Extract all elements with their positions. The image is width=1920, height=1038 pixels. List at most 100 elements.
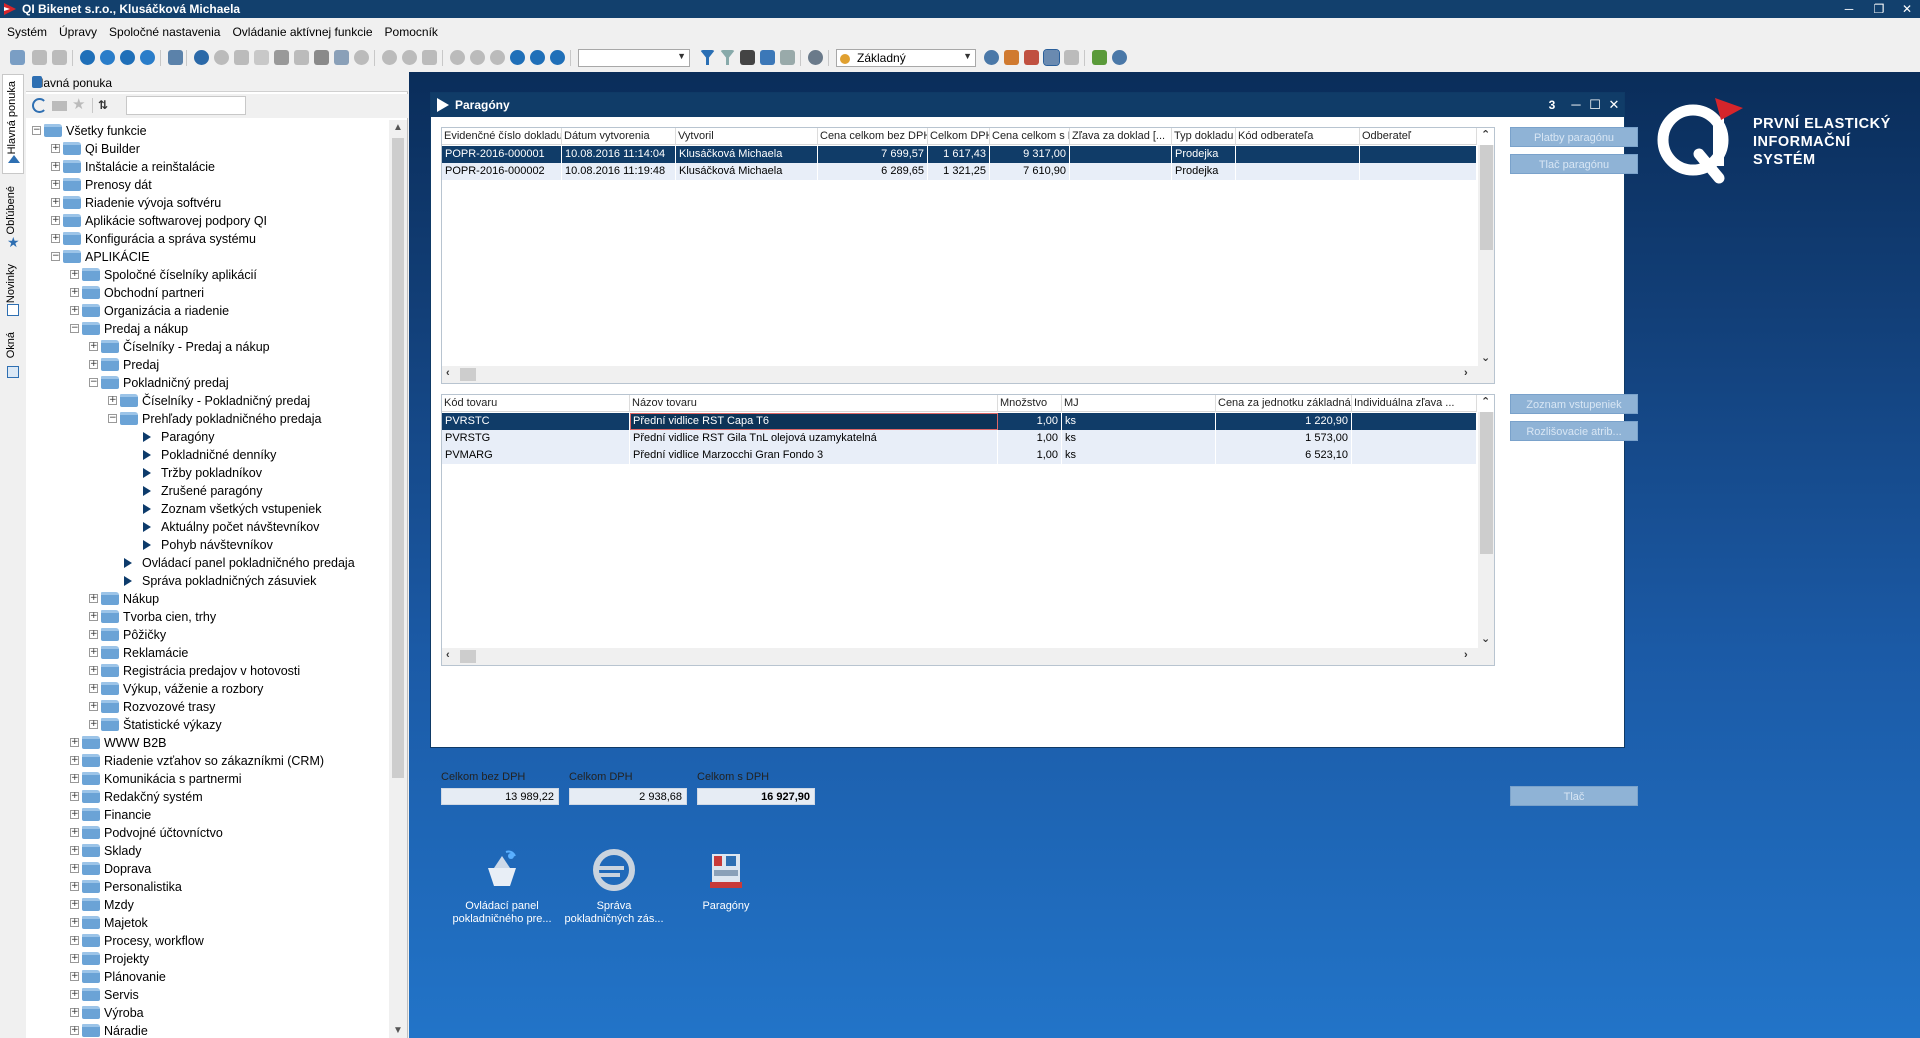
expand-icon[interactable]: + <box>70 990 79 999</box>
tree-node[interactable]: Pohyb návštevníkov <box>26 536 386 554</box>
scroll-up-icon[interactable]: ▲ <box>393 122 403 133</box>
tree-node[interactable]: + Procesy, workflow <box>26 932 386 950</box>
expand-icon[interactable]: + <box>70 810 79 819</box>
prev-icon[interactable] <box>470 50 485 65</box>
desktop-icon-ovladaci-panel[interactable]: Ovládací panel pokladničného pre... <box>450 848 554 926</box>
clear-filter-icon[interactable] <box>780 50 795 65</box>
expand-icon[interactable]: + <box>70 1008 79 1017</box>
table-cell[interactable]: Přední vidlice Marzocchi Gran Fondo 3 <box>630 447 998 464</box>
advanced-filter-icon[interactable] <box>760 50 775 65</box>
tree-node[interactable]: Ovládací panel pokladničného predaja <box>26 554 386 572</box>
sort-icon[interactable] <box>740 50 755 65</box>
refresh-icon[interactable] <box>32 98 47 113</box>
table-row[interactable]: POPR-2016-000001 10.08.2016 11:14:04 Klusá… <box>442 146 1477 163</box>
column-header[interactable]: Evidenčné číslo dokladu <box>442 128 562 145</box>
table-cell[interactable]: 9 317,00 <box>990 146 1070 163</box>
refresh-icon[interactable] <box>194 50 209 65</box>
paste-icon[interactable] <box>52 50 67 65</box>
collapse-icon[interactable]: − <box>108 414 117 423</box>
tree-node[interactable]: + Financie <box>26 806 386 824</box>
column-header[interactable]: Typ dokladu <box>1172 128 1236 145</box>
table-row[interactable]: PVRSTC Přední vidlice RST Capa T6 1,00 ks 1 … <box>442 413 1477 430</box>
table-cell[interactable]: POPR-2016-000001 <box>442 146 562 163</box>
expand-icon[interactable]: + <box>108 396 117 405</box>
tree-node[interactable]: + Pôžičky <box>26 626 386 644</box>
tree-node[interactable]: + Plánovanie <box>26 968 386 986</box>
table-row[interactable]: PVRSTG Přední vidlice RST Gila TnL olejov… <box>442 430 1477 447</box>
expand-icon[interactable]: + <box>89 648 98 657</box>
table-row[interactable]: PVMARG Přední vidlice Marzocchi Gran Fond… <box>442 447 1477 464</box>
expand-icon[interactable]: + <box>70 954 79 963</box>
tab-oblubene[interactable]: Obľúbené ★ <box>2 182 24 252</box>
table-cell[interactable]: Prodejka <box>1172 146 1236 163</box>
add-record-icon[interactable] <box>1092 50 1107 65</box>
expand-icon[interactable]: + <box>70 270 79 279</box>
expand-icon[interactable]: + <box>89 360 98 369</box>
table-cell[interactable]: 1,00 <box>998 430 1062 447</box>
tree-node[interactable]: + Náradie <box>26 1022 386 1038</box>
remove-icon[interactable] <box>402 50 417 65</box>
tree-node[interactable]: + Rozvozové trasy <box>26 698 386 716</box>
back-icon[interactable] <box>354 50 369 65</box>
expand-icon[interactable]: + <box>51 216 60 225</box>
copy-icon[interactable] <box>10 50 25 65</box>
export-icon[interactable] <box>334 50 349 65</box>
expand-icon[interactable]: + <box>70 918 79 927</box>
table-cell[interactable]: 10.08.2016 11:19:48 <box>562 163 676 180</box>
tools-icon[interactable] <box>274 50 289 65</box>
desktop-icon-sprava-zasuviek[interactable]: Správa pokladničných zás... <box>562 848 666 926</box>
column-header[interactable]: MJ <box>1062 395 1216 412</box>
column-header[interactable]: Cena za jednotku základná <box>1216 395 1352 412</box>
table-cell[interactable]: ks <box>1062 430 1216 447</box>
next-page-icon[interactable] <box>530 50 545 65</box>
tree-node[interactable]: − Všetky funkcie <box>26 122 386 140</box>
table-cell[interactable] <box>1360 163 1477 180</box>
rozlisovacie-atrib-button[interactable]: Rozlišovacie atrib... <box>1510 421 1638 441</box>
tree-node[interactable]: + Riadenie vývoja softvéru <box>26 194 386 212</box>
table-cell[interactable]: PVRSTC <box>442 413 630 430</box>
tree-scrollbar[interactable]: ▲ ▼ <box>389 120 407 1038</box>
column-header[interactable]: Cena celkom bez DPH <box>818 128 928 145</box>
star-icon[interactable]: ★ <box>72 97 87 113</box>
scroll-right-icon[interactable]: › <box>1464 367 1468 379</box>
column-header[interactable]: Zľava za doklad [... <box>1070 128 1172 145</box>
table-cell[interactable]: 6 523,10 <box>1216 447 1352 464</box>
table-cell[interactable]: 1,00 <box>998 447 1062 464</box>
sync-icon[interactable] <box>1112 50 1127 65</box>
pin-icon[interactable] <box>32 76 42 88</box>
expand-icon[interactable]: + <box>51 144 60 153</box>
tree-node[interactable]: + Konfigurácia a správa systému <box>26 230 386 248</box>
table-cell[interactable]: PVRSTG <box>442 430 630 447</box>
tree-node[interactable]: + Obchodní partneri <box>26 284 386 302</box>
scroll-up-icon[interactable]: ⌃ <box>1481 395 1490 408</box>
table-cell[interactable]: ks <box>1062 447 1216 464</box>
help-icon[interactable] <box>80 50 95 65</box>
expand-icon[interactable]: + <box>89 702 98 711</box>
tree-node[interactable]: Tržby pokladníkov <box>26 464 386 482</box>
tree-node[interactable]: + Servis <box>26 986 386 1004</box>
expand-icon[interactable]: + <box>89 612 98 621</box>
filter-icon[interactable] <box>700 50 715 65</box>
tree-node[interactable]: + Sklady <box>26 842 386 860</box>
expand-icon[interactable]: + <box>70 882 79 891</box>
tree-node[interactable]: + Spoločné číselníky aplikácií <box>26 266 386 284</box>
expand-icon[interactable]: + <box>70 1026 79 1035</box>
info-icon[interactable] <box>100 50 115 65</box>
menu-ovladanie[interactable]: Ovládanie aktívnej funkcie <box>225 22 377 39</box>
minimize-icon[interactable]: ─ <box>1567 96 1585 114</box>
expand-icon[interactable]: + <box>70 288 79 297</box>
expand-icon[interactable]: + <box>51 198 60 207</box>
scroll-down-icon[interactable]: ▼ <box>393 1025 403 1036</box>
column-header[interactable]: Individuálna zľava ... <box>1352 395 1477 412</box>
tree-node[interactable]: + Tvorba cien, trhy <box>26 608 386 626</box>
tree-node[interactable]: + Majetok <box>26 914 386 932</box>
table-cell[interactable]: PVMARG <box>442 447 630 464</box>
table-cell[interactable]: Klusáčková Michaela <box>676 146 818 163</box>
next-icon[interactable] <box>510 50 525 65</box>
tree-node[interactable]: + Aplikácie softwarovej podpory QI <box>26 212 386 230</box>
tree-node[interactable]: − Prehľady pokladničného predaja <box>26 410 386 428</box>
last-icon[interactable] <box>550 50 565 65</box>
prev-page-icon[interactable] <box>490 50 505 65</box>
collapse-icon[interactable]: − <box>32 126 41 135</box>
sort-icon[interactable]: ⇅ <box>98 98 113 113</box>
